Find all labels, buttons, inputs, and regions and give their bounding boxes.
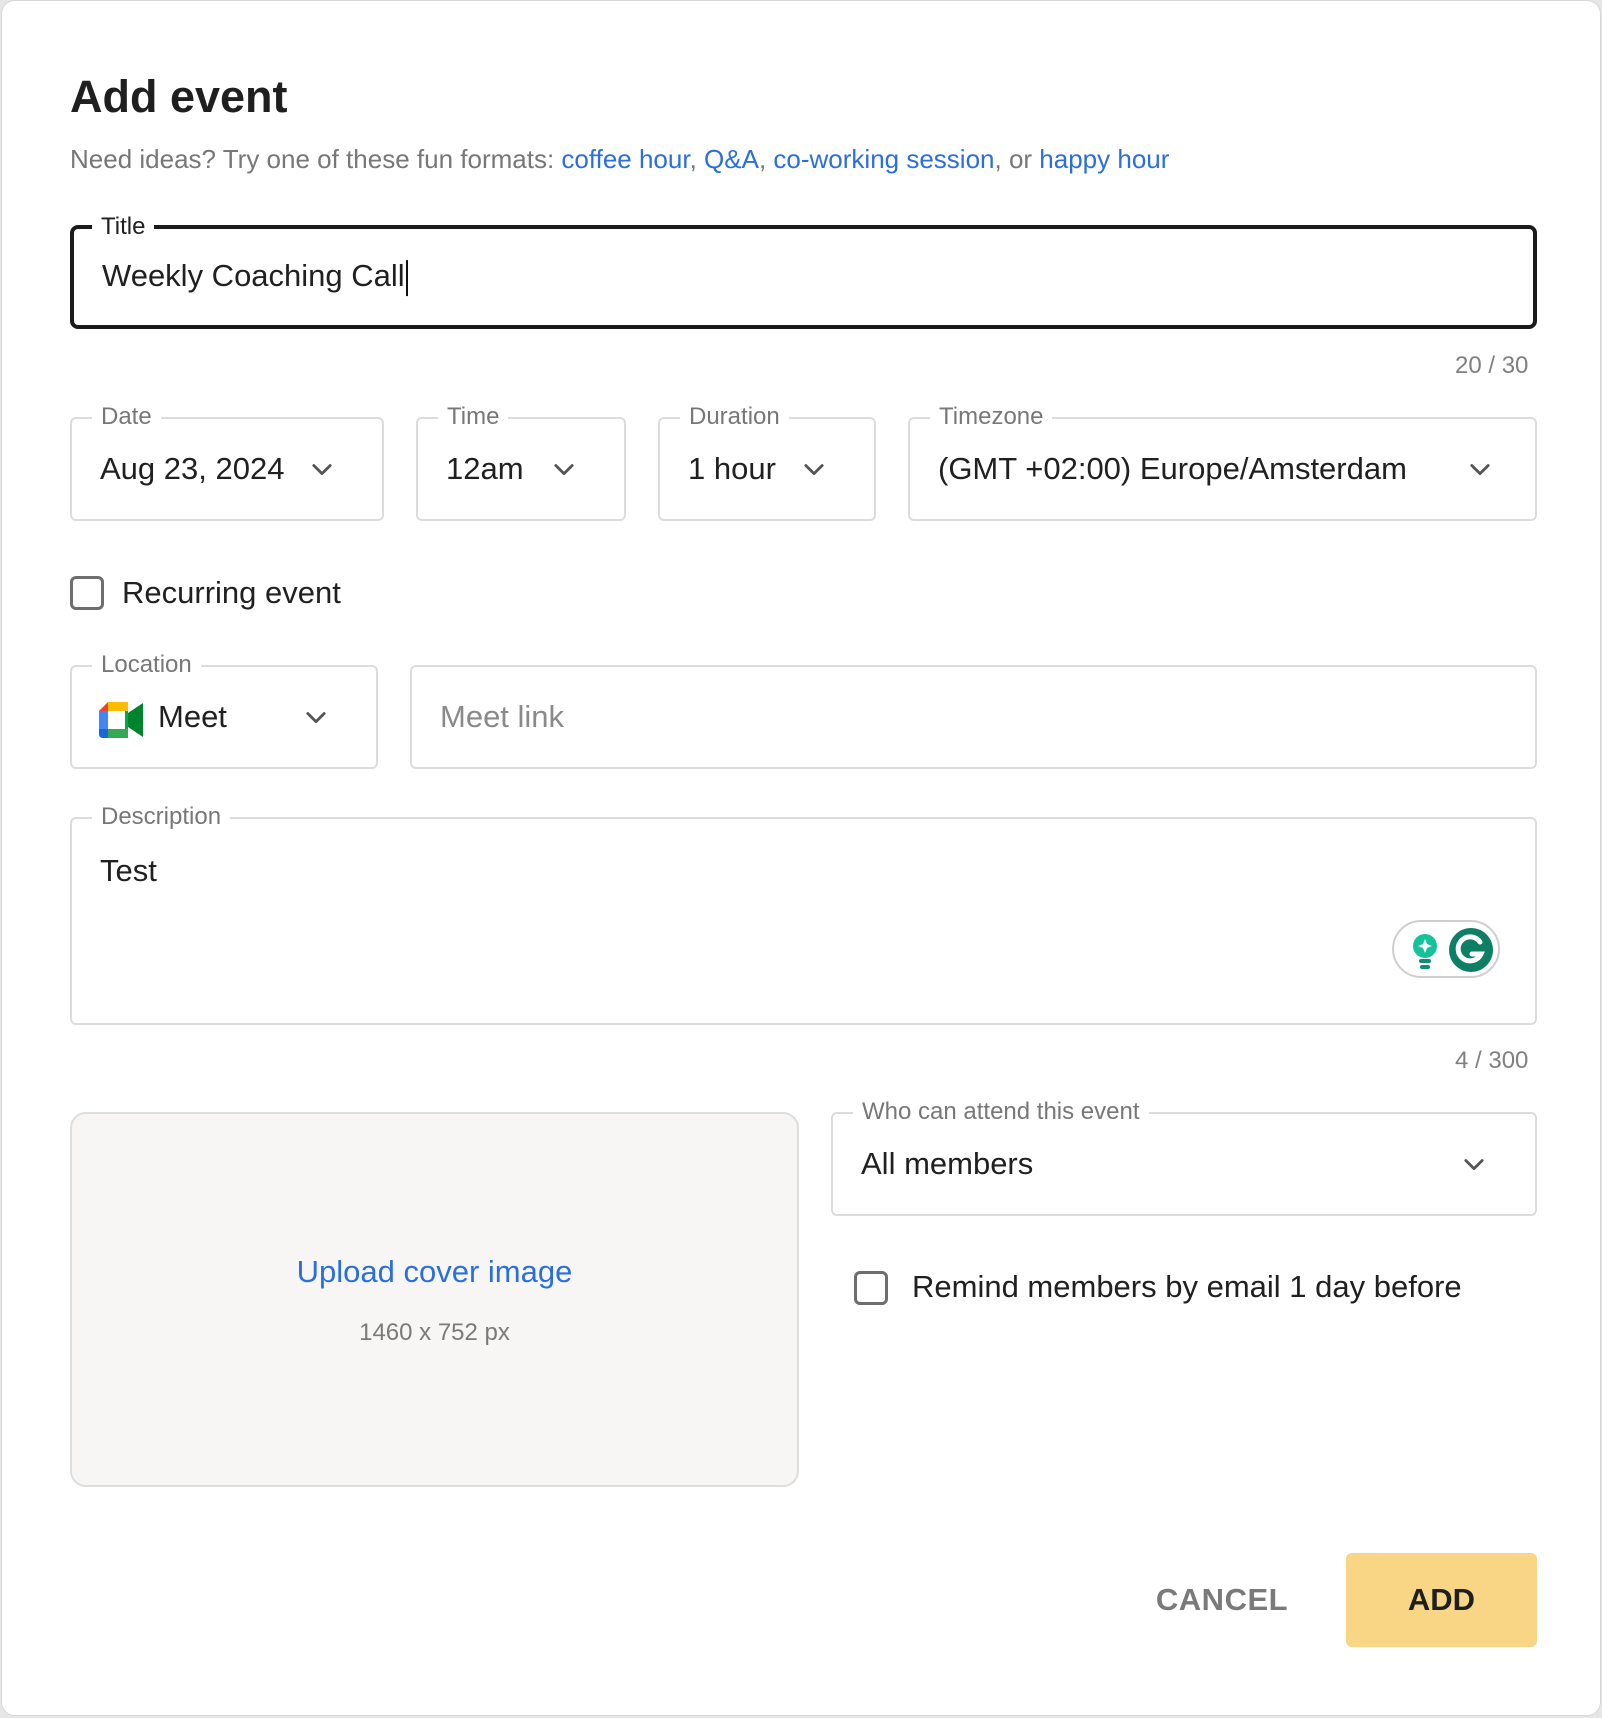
- ideas-separator: , or: [994, 144, 1040, 174]
- title-char-counter: 20 / 30: [1455, 352, 1529, 379]
- remind-members-label[interactable]: Remind members by email 1 day before: [912, 1269, 1462, 1305]
- date-value: Aug 23, 2024: [100, 451, 285, 486]
- location-select[interactable]: Location Meet: [70, 651, 378, 769]
- upload-cover-image-link[interactable]: Upload cover image: [72, 1254, 797, 1290]
- time-select[interactable]: Time 12am: [416, 403, 626, 521]
- grammarly-icon[interactable]: [1448, 927, 1494, 973]
- description-textarea[interactable]: Description Test: [70, 803, 1537, 1025]
- meet-link-placeholder: Meet link: [440, 699, 565, 734]
- description-value: Test: [100, 853, 157, 888]
- chevron-down-icon[interactable]: [550, 455, 578, 483]
- coffee-hour-link[interactable]: coffee hour: [561, 144, 689, 174]
- ideas-separator: ,: [758, 144, 774, 174]
- chevron-down-icon[interactable]: [308, 455, 336, 483]
- description-label: Description: [92, 803, 231, 831]
- add-button[interactable]: ADD: [1346, 1553, 1537, 1647]
- grammarly-widget[interactable]: [1392, 920, 1500, 978]
- meet-link-input[interactable]: Meet link: [410, 665, 1537, 769]
- ideas-text: Need ideas? Try one of these fun formats…: [70, 144, 1169, 175]
- chevron-down-icon[interactable]: [1466, 455, 1494, 483]
- remind-members-checkbox[interactable]: [854, 1271, 888, 1305]
- timezone-select[interactable]: Timezone (GMT +02:00) Europe/Amsterdam: [908, 403, 1537, 521]
- recurring-event-label[interactable]: Recurring event: [122, 575, 341, 611]
- duration-label: Duration: [680, 403, 789, 431]
- title-field[interactable]: Title Weekly Coaching Call: [70, 213, 1537, 329]
- dialog-title: Add event: [70, 71, 288, 122]
- time-value: 12am: [446, 451, 524, 486]
- qa-link[interactable]: Q&A: [704, 144, 759, 174]
- ideas-prefix: Need ideas? Try one of these fun formats…: [70, 144, 562, 174]
- chevron-down-icon[interactable]: [1460, 1150, 1488, 1178]
- cancel-button[interactable]: CANCEL: [1132, 1553, 1312, 1647]
- time-label: Time: [438, 403, 509, 431]
- title-label: Title: [92, 213, 155, 241]
- google-meet-icon: [99, 702, 143, 738]
- chevron-down-icon[interactable]: [302, 703, 330, 731]
- cover-image-size-hint: 1460 x 752 px: [359, 1319, 510, 1346]
- lightbulb-icon[interactable]: [1408, 932, 1442, 970]
- location-label: Location: [92, 651, 201, 679]
- description-char-counter: 4 / 300: [1455, 1047, 1529, 1074]
- date-label: Date: [92, 403, 161, 431]
- chevron-down-icon[interactable]: [800, 455, 828, 483]
- ideas-separator: ,: [689, 144, 705, 174]
- co-working-session-link[interactable]: co-working session: [773, 144, 994, 174]
- title-value: Weekly Coaching Call: [102, 258, 405, 294]
- attendance-select[interactable]: Who can attend this event All members: [831, 1098, 1537, 1216]
- timezone-label: Timezone: [930, 403, 1053, 431]
- attendance-label: Who can attend this event: [853, 1098, 1149, 1126]
- date-select[interactable]: Date Aug 23, 2024: [70, 403, 384, 521]
- timezone-value: (GMT +02:00) Europe/Amsterdam: [938, 451, 1407, 486]
- duration-value: 1 hour: [688, 451, 776, 486]
- add-event-dialog: Add event Need ideas? Try one of these f…: [1, 0, 1601, 1716]
- happy-hour-link[interactable]: happy hour: [1039, 144, 1169, 174]
- recurring-event-checkbox[interactable]: [70, 576, 104, 610]
- location-value: Meet: [158, 699, 227, 734]
- title-input[interactable]: Weekly Coaching Call: [102, 258, 408, 296]
- attendance-value: All members: [861, 1146, 1034, 1181]
- text-caret: [405, 259, 408, 296]
- cover-image-dropzone[interactable]: Upload cover image 1460 x 752 px: [70, 1112, 799, 1487]
- duration-select[interactable]: Duration 1 hour: [658, 403, 876, 521]
